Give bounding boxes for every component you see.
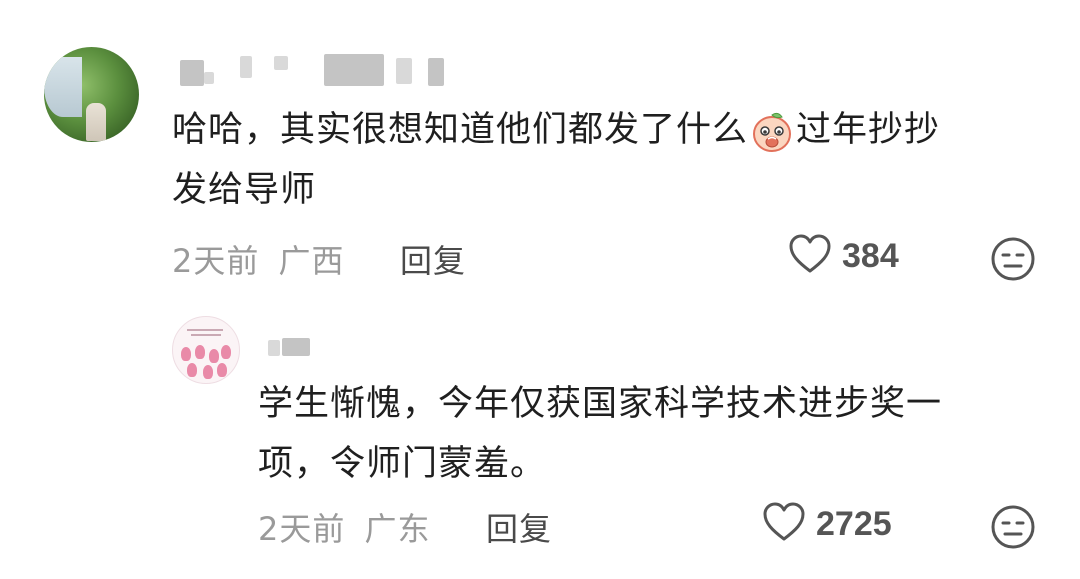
comment-1: 哈哈，其实很想知道他们都发了什么 过年抄抄 发给导师 2天前 广西 回复 384 (0, 0, 1080, 290)
comment-time: 2天前 (258, 510, 346, 548)
comment-text: 学生惭愧，今年仅获国家科学技术进步奖一 项，令师门蒙羞。 (258, 374, 942, 494)
like-count: 384 (842, 236, 899, 275)
comment-text: 哈哈，其实很想知道他们都发了什么 过年抄抄 发给导师 (172, 100, 940, 220)
like-count: 2725 (816, 504, 892, 543)
comment-text-line-2: 发给导师 (172, 170, 317, 210)
comment-time: 2天前 (172, 242, 260, 280)
reply-button[interactable]: 回复 (400, 236, 466, 282)
dislike-button[interactable] (990, 504, 1036, 554)
comment-location: 广西 (278, 242, 345, 280)
comment-2: 学生惭愧，今年仅获国家科学技术进步奖一 项，令师门蒙羞。 2天前 广东 回复 2… (0, 290, 1080, 579)
neutral-face-icon (990, 237, 1036, 286)
comment-meta: 2天前 广西 (172, 236, 345, 282)
comment-location: 广东 (364, 510, 431, 548)
user-avatar[interactable] (44, 47, 139, 142)
comment-text-line-2: 项，令师门蒙羞。 (258, 444, 547, 484)
username-blurred[interactable] (174, 54, 454, 88)
username-blurred[interactable] (268, 336, 318, 358)
comment-meta: 2天前 广东 (258, 504, 431, 550)
comment-thread: 哈哈，其实很想知道他们都发了什么 过年抄抄 发给导师 2天前 广西 回复 384… (0, 0, 1080, 579)
comment-text-part: 哈哈，其实很想知道他们都发了什么 (172, 110, 749, 150)
comment-text-line-1: 学生惭愧，今年仅获国家科学技术进步奖一 (258, 384, 943, 424)
dislike-button[interactable] (990, 236, 1036, 286)
reply-button[interactable]: 回复 (486, 504, 552, 550)
heart-outline-icon (762, 502, 806, 546)
like-button[interactable]: 2725 (762, 502, 892, 546)
like-button[interactable]: 384 (788, 234, 899, 278)
peach-face-emoji (750, 109, 794, 153)
neutral-face-icon (990, 505, 1036, 554)
heart-outline-icon (788, 234, 832, 278)
comment-text-part: 过年抄抄 (796, 110, 941, 150)
user-avatar[interactable] (172, 316, 240, 384)
